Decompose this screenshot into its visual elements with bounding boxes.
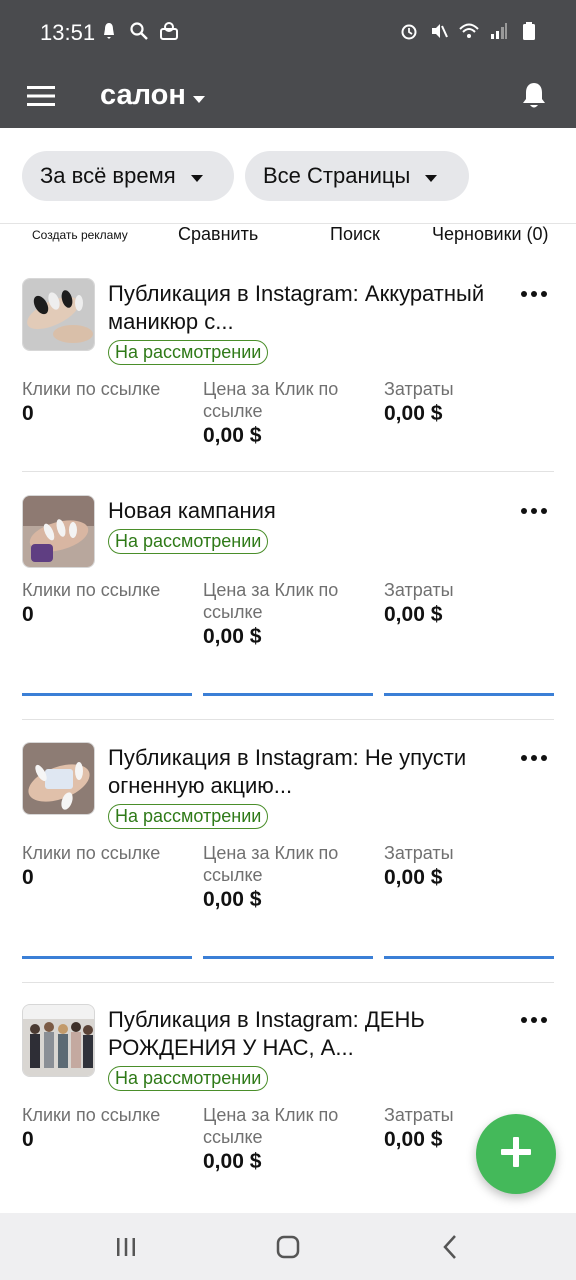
status-badge: На рассмотрении xyxy=(108,1066,269,1091)
pages-filter-label: Все Страницы xyxy=(263,163,411,188)
metric-value: 0 xyxy=(22,402,34,425)
bell-icon[interactable] xyxy=(514,74,554,118)
campaign-card[interactable]: Публикация в Instagram: Аккуратный маник… xyxy=(22,278,554,450)
search-icon xyxy=(128,20,150,42)
action-row: Создать рекламу Сравнить Поиск Черновики… xyxy=(0,224,576,246)
ad-thumbnail xyxy=(22,278,95,351)
metric-label: Цена за Клик по ссылке xyxy=(203,580,339,622)
create-ad-button[interactable]: Создать рекламу xyxy=(32,228,128,242)
metric-spend: Затраты 0,00 $ xyxy=(384,842,554,890)
metric-label: Клики по ссылке xyxy=(22,1105,161,1125)
metric-label: Клики по ссылке xyxy=(22,580,161,600)
card-title: Новая кампания xyxy=(108,498,276,523)
page-selector[interactable]: салон xyxy=(100,70,206,120)
compare-button[interactable]: Сравнить xyxy=(178,224,258,245)
metric-label: Клики по ссылке xyxy=(22,843,161,863)
metric-value: 0,00 $ xyxy=(203,1150,262,1173)
signal-icon xyxy=(488,20,510,42)
card-title: Публикация в Instagram: Аккуратный маник… xyxy=(108,281,485,334)
caret-down-icon xyxy=(190,163,204,189)
metric-value: 0 xyxy=(22,603,34,626)
home-icon[interactable] xyxy=(268,1231,308,1263)
loading-bars xyxy=(22,693,554,696)
metric-spend: Затраты 0,00 $ xyxy=(384,579,554,627)
pages-filter-button[interactable]: Все Страницы xyxy=(245,151,469,201)
period-filter-label: За всё время xyxy=(40,163,176,188)
more-options-icon[interactable] xyxy=(518,748,550,768)
metric-label: Клики по ссылке xyxy=(22,379,161,399)
caret-down-icon xyxy=(192,79,206,112)
metric-clicks: Клики по ссылке 0 xyxy=(22,378,192,426)
more-options-icon[interactable] xyxy=(518,284,550,304)
card-title: Публикация в Instagram: Не упусти огненн… xyxy=(108,745,467,798)
status-time: 13:51 xyxy=(40,20,96,45)
status-badge: На рассмотрении xyxy=(108,804,269,829)
system-nav-bar xyxy=(0,1213,576,1280)
recents-icon[interactable] xyxy=(106,1231,146,1263)
add-ad-button[interactable] xyxy=(476,1114,556,1194)
metric-value: 0 xyxy=(22,1128,34,1151)
metric-cpc: Цена за Клик по ссылке 0,00 $ xyxy=(203,579,373,649)
drafts-button[interactable]: Черновики (0) xyxy=(432,224,549,245)
metric-label: Затраты xyxy=(384,580,454,600)
more-options-icon[interactable] xyxy=(518,1010,550,1030)
card-title: Публикация в Instagram: ДЕНЬ РОЖДЕНИЯ У … xyxy=(108,1007,425,1060)
search-button[interactable]: Поиск xyxy=(330,224,380,245)
ad-thumbnail xyxy=(22,742,95,815)
campaign-card[interactable]: Публикация в Instagram: ДЕНЬ РОЖДЕНИЯ У … xyxy=(22,1004,554,1179)
metric-value: 0 xyxy=(22,866,34,889)
metric-label: Цена за Клик по ссылке xyxy=(203,843,339,885)
battery-icon xyxy=(518,20,540,42)
plus-icon xyxy=(499,1135,533,1174)
alarm-icon xyxy=(398,20,420,42)
period-filter-button[interactable]: За всё время xyxy=(22,151,234,201)
metric-cpc: Цена за Клик по ссылке 0,00 $ xyxy=(203,378,373,448)
metric-label: Затраты xyxy=(384,379,454,399)
metric-clicks: Клики по ссылке 0 xyxy=(22,1104,192,1152)
divider xyxy=(22,982,554,983)
more-options-icon[interactable] xyxy=(518,501,550,521)
campaign-card[interactable]: Новая кампания На рассмотрении Клики по … xyxy=(22,495,554,655)
app-bar: салон xyxy=(0,64,576,128)
metric-value: 0,00 $ xyxy=(384,866,443,889)
metric-cpc: Цена за Клик по ссылке 0,00 $ xyxy=(203,842,373,912)
mute-icon xyxy=(428,20,450,42)
loading-bars xyxy=(22,956,554,959)
metric-spend: Затраты 0,00 $ xyxy=(384,378,554,426)
divider xyxy=(22,719,554,720)
back-icon[interactable] xyxy=(430,1231,470,1263)
ad-thumbnail xyxy=(22,495,95,568)
divider xyxy=(22,471,554,472)
app-icon xyxy=(158,20,180,42)
page-title: салон xyxy=(100,78,186,111)
metric-label: Цена за Клик по ссылке xyxy=(203,379,339,421)
wifi-icon xyxy=(458,20,480,42)
caret-down-icon xyxy=(424,163,438,189)
notification-icon xyxy=(98,20,120,42)
status-bar: 13:51 xyxy=(0,0,576,64)
metric-value: 0,00 $ xyxy=(203,625,262,648)
metric-value: 0,00 $ xyxy=(384,402,443,425)
metric-label: Затраты xyxy=(384,843,454,863)
filter-row: За всё время Все Страницы xyxy=(0,128,576,224)
metric-clicks: Клики по ссылке 0 xyxy=(22,579,192,627)
metric-value: 0,00 $ xyxy=(384,603,443,626)
status-badge: На рассмотрении xyxy=(108,340,269,365)
metric-value: 0,00 $ xyxy=(203,424,262,447)
metric-clicks: Клики по ссылке 0 xyxy=(22,842,192,890)
status-badge: На рассмотрении xyxy=(108,529,269,554)
metric-value: 0,00 $ xyxy=(203,888,262,911)
ad-thumbnail xyxy=(22,1004,95,1077)
metric-cpc: Цена за Клик по ссылке 0,00 $ xyxy=(203,1104,373,1174)
campaign-card[interactable]: Публикация в Instagram: Не упусти огненн… xyxy=(22,742,554,917)
metric-label: Цена за Клик по ссылке xyxy=(203,1105,339,1147)
hamburger-menu-icon[interactable] xyxy=(22,76,62,116)
